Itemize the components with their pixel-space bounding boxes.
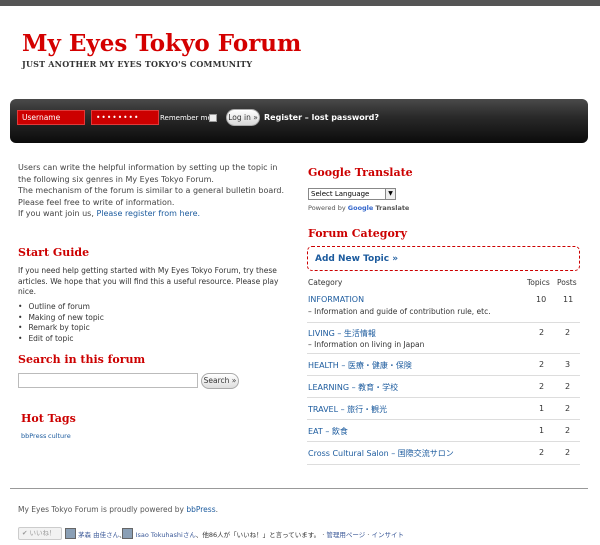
topics-count: 1 [539,404,545,413]
topics-count: 2 [539,382,545,391]
site-tagline: JUST ANOTHER MY EYES TOKYO'S COMMUNITY [22,59,253,69]
liker-name-2[interactable]: Isao Tokuhashiさん [136,531,196,539]
posts-count: 2 [565,404,571,413]
login-button[interactable]: Log in » [226,109,260,126]
topics-count: 2 [539,448,545,457]
table-row: EAT – 飲食 1 2 [307,420,580,442]
register-link[interactable]: Register – lost password? [264,113,379,122]
table-row: LIVING – 生活情報 – Information on living in… [307,323,580,354]
guide-item[interactable]: Making of new topic [18,313,103,324]
intro-line-1: Users can write the helpful information … [18,163,278,184]
forum-category-heading: Forum Category [308,227,407,240]
table-row: Cross Cultural Salon – 国際交流サロン 2 2 [307,442,580,465]
posts-count: 3 [565,360,571,369]
table-row: INFORMATION – Information and guide of c… [307,292,580,323]
posts-count: 2 [565,448,571,457]
table-row: HEALTH – 医療・健康・保険 2 3 [307,354,580,376]
like-count-text: 、他86人が「いいね！」と言っています。 [195,531,321,539]
intro-line-2: The mechanism of the forum is similar to… [18,186,285,207]
hot-tags-heading: Hot Tags [21,412,76,425]
category-link[interactable]: LIVING – 生活情報 [308,328,376,339]
admin-page-link[interactable]: 管理用ページ [326,531,365,539]
topics-count: 10 [536,295,547,304]
category-link[interactable]: HEALTH – 医療・健康・保険 [308,360,412,371]
posts-count: 11 [563,295,574,304]
category-link[interactable]: LEARNING – 教育・学校 [308,382,398,393]
guide-item[interactable]: Remark by topic [18,323,104,334]
category-link[interactable]: Cross Cultural Salon – 国際交流サロン [308,448,454,459]
category-desc: – Information and guide of contribution … [308,307,491,316]
google-logo: Google [347,204,374,212]
remember-me-checkbox[interactable] [209,114,217,122]
guide-item[interactable]: Edit of topic [18,334,104,345]
like-button[interactable]: ✔ いいね！ [18,527,62,540]
footer-credit: My Eyes Tokyo Forum is proudly powered b… [18,505,218,514]
topics-count: 2 [539,328,545,337]
col-category: Category [308,278,343,287]
search-input[interactable] [18,373,198,388]
insight-link[interactable]: インサイト [371,531,404,539]
tag-link-culture[interactable]: culture [48,432,71,440]
topics-count: 1 [539,426,545,435]
powered-by-google: Powered by Google Translate [308,204,409,212]
category-link[interactable]: INFORMATION [308,295,364,304]
category-desc: – Information on living in Japan [308,340,425,349]
like-social-text: 茅森 由佳さん、 Isao Tokuhashiさん、他86人が「いいね！」と言って… [78,531,404,539]
posts-count: 2 [565,328,571,337]
site-title[interactable]: My Eyes Tokyo Forum [22,30,301,57]
intro-text: Users can write the helpful information … [18,162,290,220]
tag-link-bbpress[interactable]: bbPress [21,432,46,440]
google-translate-heading: Google Translate [308,166,413,179]
guide-item[interactable]: Outline of forum [18,302,104,313]
footer-suffix: . [215,505,218,514]
remember-me-label: Remember me [160,114,212,122]
login-bar: Username •••••••• Remember me Log in » R… [10,99,588,143]
add-new-topic-box[interactable]: Add New Topic » [307,246,580,271]
bbpress-link[interactable]: bbPress [186,505,215,514]
start-guide-text: If you need help getting started with My… [18,266,279,296]
posts-count: 2 [565,382,571,391]
password-input[interactable]: •••••••• [91,110,159,125]
table-row: TRAVEL – 旅行・観光 1 2 [307,398,580,420]
powered-by-label: Powered by [308,204,346,212]
posts-count: 2 [565,426,571,435]
liker-name-1[interactable]: 茅森 由佳さん [78,531,119,539]
intro-line-3-prefix: If you want join us, [18,209,97,218]
search-heading: Search in this forum [18,353,146,366]
col-posts: Posts [557,278,577,287]
avatar[interactable] [65,528,76,539]
username-input[interactable]: Username [17,110,85,125]
translate-label: Translate [375,204,410,212]
col-topics: Topics [527,278,550,287]
search-button[interactable]: Search » [201,373,239,389]
chevron-down-icon: ▼ [385,189,395,199]
top-border [0,0,600,6]
category-link[interactable]: TRAVEL – 旅行・観光 [308,404,387,415]
table-row: LEARNING – 教育・学校 2 2 [307,376,580,398]
intro-line-3: If you want join us, Please register fro… [18,208,290,220]
language-select[interactable]: Select Language ▼ [308,188,396,200]
register-here-link[interactable]: Please register from here. [96,209,200,218]
topics-count: 2 [539,360,545,369]
start-guide-heading: Start Guide [18,246,90,259]
add-new-topic-link[interactable]: Add New Topic » [315,254,398,264]
start-guide-list: Outline of forum Making of new topic Rem… [18,302,104,345]
footer-prefix: My Eyes Tokyo Forum is proudly powered b… [18,505,187,514]
language-select-value: Select Language [311,190,370,198]
category-link[interactable]: EAT – 飲食 [308,426,348,437]
footer-divider [10,488,588,489]
